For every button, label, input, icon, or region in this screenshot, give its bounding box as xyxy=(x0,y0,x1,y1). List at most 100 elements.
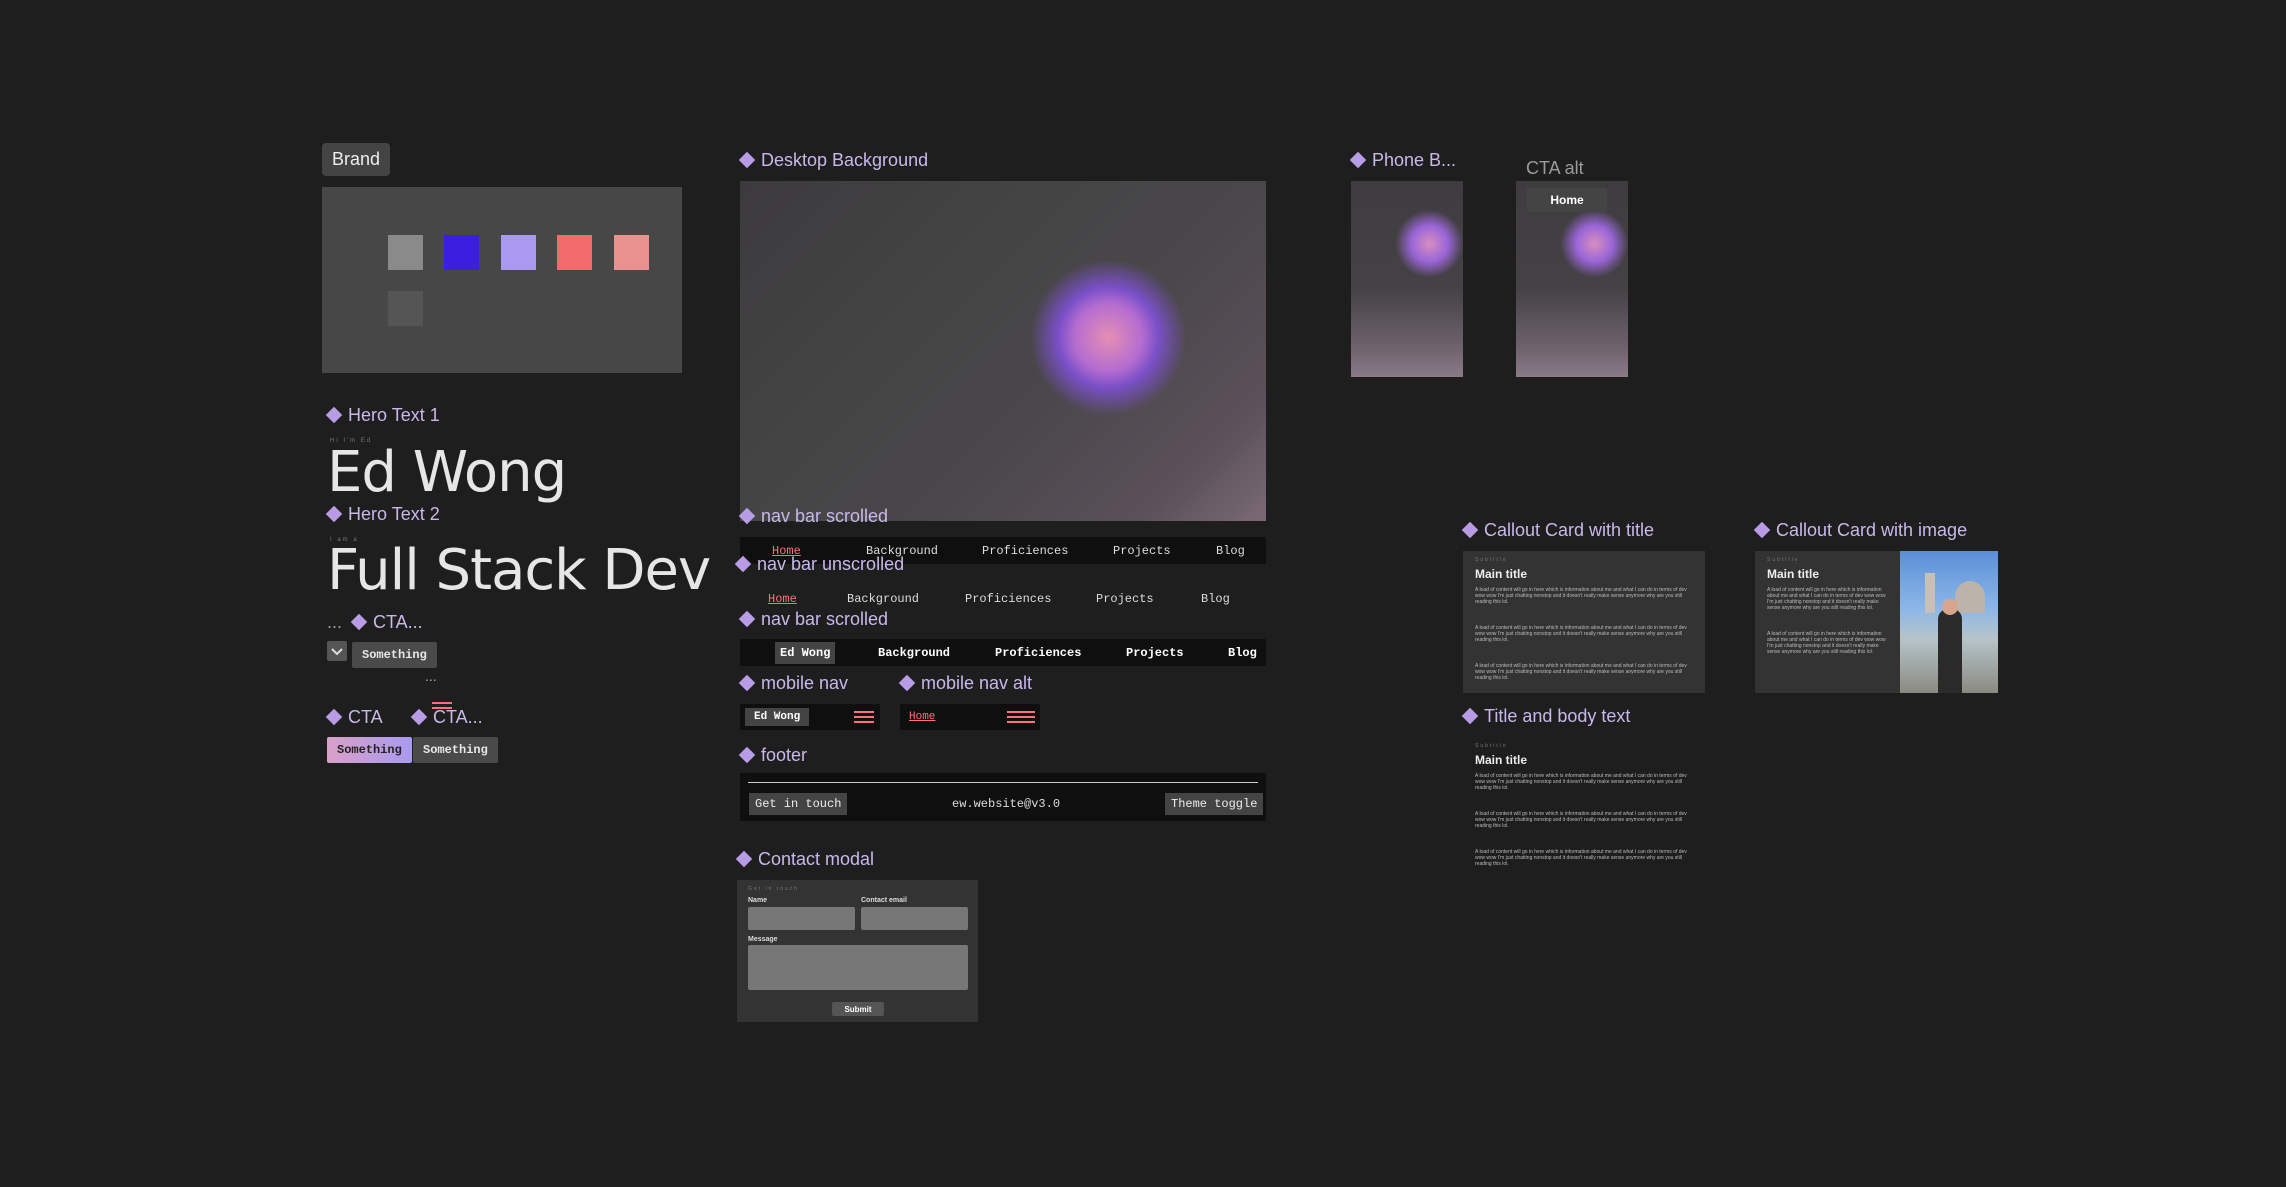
cta-label-a[interactable]: CTA... xyxy=(350,612,423,633)
nav-brand-button[interactable]: Ed Wong xyxy=(775,641,836,664)
minaret-shape xyxy=(1925,573,1935,613)
footer-get-in-touch-button[interactable]: Get in touch xyxy=(749,793,848,815)
swatch-lavender[interactable] xyxy=(501,235,536,270)
component-icon xyxy=(325,505,343,523)
component-icon xyxy=(734,555,752,573)
nav-link-background[interactable]: Background xyxy=(878,646,950,660)
mobile-nav-label[interactable]: mobile nav xyxy=(738,673,848,694)
swatch-blue[interactable] xyxy=(444,235,479,270)
chevron-down-icon[interactable] xyxy=(327,641,347,661)
cta-gradient-button[interactable]: Something xyxy=(327,737,412,763)
card-body-2: A load of content will go in here which … xyxy=(1475,625,1687,643)
nav-link-blog[interactable]: Blog xyxy=(1228,646,1257,660)
hamburger-icon[interactable] xyxy=(1007,711,1035,723)
card-title: Main title xyxy=(1475,753,1528,767)
footer-label[interactable]: footer xyxy=(738,745,807,766)
nav-bar-unscrolled: Home Background Proficiences Projects Bl… xyxy=(740,585,1266,612)
nav-link-proficiences[interactable]: Proficiences xyxy=(965,592,1051,606)
dome-shape xyxy=(1955,581,1985,613)
submit-button[interactable]: Submit xyxy=(832,1002,884,1016)
hero-text-2-label[interactable]: Hero Text 2 xyxy=(325,504,440,525)
swatch-coral[interactable] xyxy=(557,235,592,270)
nav-link-projects[interactable]: Projects xyxy=(1113,544,1171,558)
contact-modal: Get in touch Name Contact email Message … xyxy=(737,880,978,1022)
card-body-1: A load of content will go in here which … xyxy=(1475,773,1687,791)
cta-label-b[interactable]: CTA xyxy=(325,707,383,728)
component-icon xyxy=(325,406,343,424)
swatch-grey[interactable] xyxy=(388,235,423,270)
component-icon xyxy=(738,507,756,525)
profile-photo xyxy=(1900,551,1998,693)
message-textarea[interactable] xyxy=(748,945,968,990)
title-body-text-label[interactable]: Title and body text xyxy=(1461,706,1630,727)
mobile-nav-brand[interactable]: Ed Wong xyxy=(745,708,810,726)
card-body-2: A load of content will go in here which … xyxy=(1475,811,1687,829)
component-icon xyxy=(350,613,368,631)
hero-text-1-label[interactable]: Hero Text 1 xyxy=(325,405,440,426)
nav-link-proficiences[interactable]: Proficiences xyxy=(982,544,1068,558)
card-body-3: A load of content will go in here which … xyxy=(1475,663,1687,681)
nav-link-blog[interactable]: Blog xyxy=(1216,544,1245,558)
callout-card-image-label[interactable]: Callout Card with image xyxy=(1753,520,1967,541)
desktop-background-label[interactable]: Desktop Background xyxy=(738,150,928,171)
nav-bar-scrolled-label-2[interactable]: nav bar scrolled xyxy=(738,609,888,630)
email-label: Contact email xyxy=(861,897,907,904)
component-icon xyxy=(325,708,343,726)
email-input[interactable] xyxy=(861,907,968,930)
footer-version-text: ew.website@v3.0 xyxy=(952,797,1061,811)
component-icon xyxy=(1461,521,1479,539)
nav-bar-scrolled-label[interactable]: nav bar scrolled xyxy=(738,506,888,527)
nav-link-background[interactable]: Background xyxy=(847,592,919,606)
contact-modal-label[interactable]: Contact modal xyxy=(735,849,874,870)
cta-grey-button[interactable]: Something xyxy=(413,737,498,763)
card-body-3: A load of content will go in here which … xyxy=(1475,849,1687,867)
nav-link-proficiences[interactable]: Proficiences xyxy=(995,646,1081,660)
card-subtitle: Subtitle xyxy=(1767,557,1800,563)
name-input[interactable] xyxy=(748,907,855,930)
phone-background-label[interactable]: Phone B... xyxy=(1349,150,1456,171)
mobile-nav-alt: Home xyxy=(900,704,1040,730)
title-body-text: Subtitle Main title A load of content wi… xyxy=(1463,737,1705,879)
phone-background-frame xyxy=(1351,181,1463,377)
nav-link-home[interactable]: Home xyxy=(768,592,797,606)
brand-label[interactable]: Brand xyxy=(322,143,391,176)
hero-role: Full Stack Dev xyxy=(327,538,711,603)
cta-alt-home-button[interactable]: Home xyxy=(1527,188,1607,212)
cta-dropdown-button[interactable]: Something xyxy=(352,642,437,668)
component-icon xyxy=(1753,521,1771,539)
nav-link-blog[interactable]: Blog xyxy=(1201,592,1230,606)
cta-alt-label[interactable]: CTA alt xyxy=(1526,158,1584,179)
card-subtitle: Subtitle xyxy=(1475,743,1508,749)
hamburger-icon[interactable] xyxy=(854,711,874,723)
nav-bar-scrolled-brand: Ed Wong Background Proficiences Projects… xyxy=(740,639,1266,666)
theme-toggle-button[interactable]: Theme toggle xyxy=(1165,793,1264,815)
nav-link-projects[interactable]: Projects xyxy=(1126,646,1184,660)
swatch-pink[interactable] xyxy=(614,235,649,270)
card-title: Main title xyxy=(1475,567,1528,581)
mobile-nav-alt-home[interactable]: Home xyxy=(909,711,935,723)
mobile-nav-alt-label[interactable]: mobile nav alt xyxy=(898,673,1032,694)
desktop-background-frame xyxy=(740,181,1266,521)
menu-icon xyxy=(432,702,452,714)
component-icon xyxy=(410,708,428,726)
name-label: Name xyxy=(748,897,768,904)
swatch-dark-grey[interactable] xyxy=(388,291,423,326)
person-shape xyxy=(1938,609,1962,693)
nav-bar-unscrolled-label[interactable]: nav bar unscrolled xyxy=(734,554,904,575)
component-icon xyxy=(738,746,756,764)
callout-card-image: Subtitle Main title A load of content wi… xyxy=(1755,551,1998,693)
mobile-nav: Ed Wong xyxy=(740,704,880,730)
modal-eyebrow: Get in touch xyxy=(748,886,799,892)
cta-ellipsis: ... xyxy=(425,668,437,684)
cta-ellipsis-label[interactable]: ... xyxy=(327,612,342,633)
component-icon xyxy=(738,151,756,169)
callout-card: Subtitle Main title A load of content wi… xyxy=(1463,551,1705,693)
card-body: A load of content will go in here which … xyxy=(1767,587,1886,611)
component-icon xyxy=(738,610,756,628)
card-body-2: A load of content will go in here which … xyxy=(1767,631,1886,655)
nav-link-projects[interactable]: Projects xyxy=(1096,592,1154,606)
component-icon xyxy=(1349,151,1367,169)
footer-divider xyxy=(748,782,1258,783)
component-icon xyxy=(735,850,753,868)
callout-card-title-label[interactable]: Callout Card with title xyxy=(1461,520,1654,541)
